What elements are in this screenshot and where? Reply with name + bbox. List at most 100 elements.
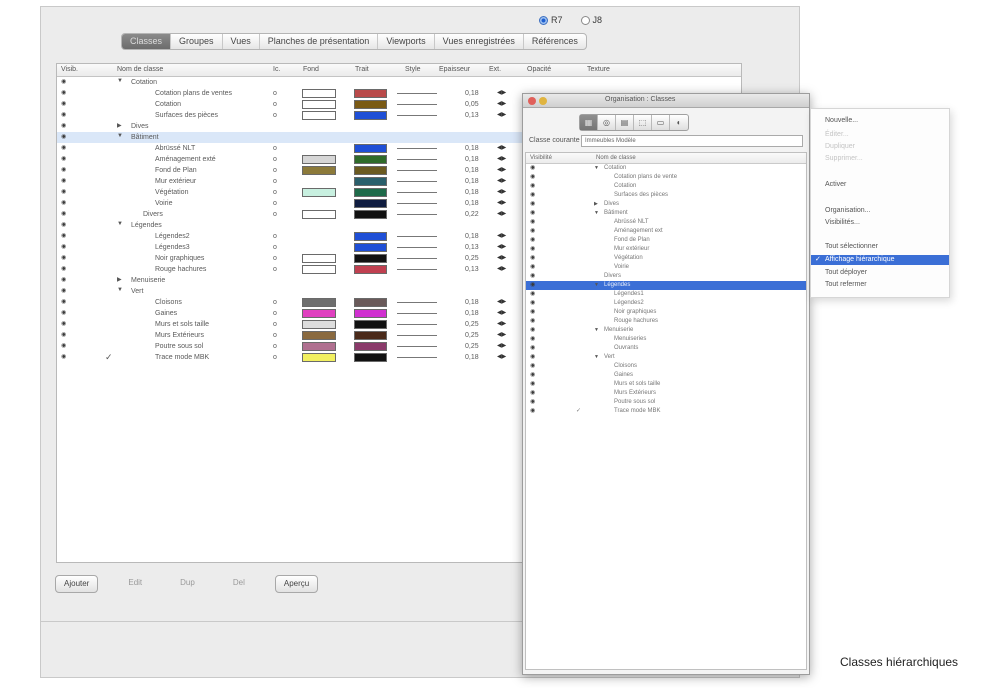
eye-icon[interactable]: ◉ (530, 282, 537, 288)
eye-icon[interactable]: ◉ (530, 399, 537, 405)
column-header[interactable]: Style (405, 66, 421, 73)
fill-swatch[interactable] (302, 331, 336, 340)
fill-swatch[interactable] (302, 342, 336, 351)
line-color-swatch[interactable] (354, 144, 387, 153)
fill-swatch[interactable] (302, 100, 336, 109)
line-color-swatch[interactable] (354, 188, 387, 197)
eye-icon[interactable]: ◉ (61, 178, 68, 184)
eye-icon[interactable]: ◉ (530, 381, 537, 387)
class-name-column-header[interactable]: Nom de classe (596, 155, 636, 161)
references-tab-icon[interactable]: ◐ (670, 115, 688, 130)
disclosure-open-icon[interactable]: ▼ (594, 164, 599, 173)
fill-swatch[interactable] (302, 188, 336, 197)
line-color-swatch[interactable] (354, 320, 387, 329)
line-color-swatch[interactable] (354, 177, 387, 186)
eye-icon[interactable]: ◉ (530, 363, 537, 369)
column-header[interactable]: Ic. (273, 66, 280, 73)
line-thickness[interactable]: 0,25 (465, 342, 479, 351)
menu-item[interactable]: Tout refermer (825, 281, 867, 288)
tab-4[interactable]: Planches de présentation (260, 34, 379, 49)
line-thickness[interactable]: 0,13 (465, 265, 479, 274)
org-list-row[interactable]: ◉ Menuiseries (526, 335, 806, 344)
disclosure-closed-icon[interactable]: ▶ (117, 276, 122, 283)
column-header[interactable]: Fond (303, 66, 319, 73)
eye-icon[interactable]: ◉ (61, 244, 68, 250)
minimize-icon[interactable] (539, 97, 547, 105)
line-style-preview[interactable] (397, 181, 437, 182)
line-thickness[interactable]: 0,25 (465, 320, 479, 329)
arrowheads-icon[interactable]: ◀▶ (497, 100, 506, 107)
eye-icon[interactable]: ◉ (61, 79, 68, 85)
line-style-preview[interactable] (397, 93, 437, 94)
edit-button[interactable]: Edit (120, 575, 150, 593)
line-color-swatch[interactable] (354, 89, 387, 98)
org-list-row[interactable]: ◉ Noir graphiques (526, 308, 806, 317)
eye-icon[interactable]: ◉ (61, 145, 68, 151)
line-color-swatch[interactable] (354, 232, 387, 241)
eye-icon[interactable]: ◉ (530, 318, 537, 324)
disclosure-open-icon[interactable]: ▼ (117, 78, 123, 84)
fill-swatch[interactable] (302, 210, 336, 219)
line-style-preview[interactable] (397, 247, 437, 248)
org-list-row[interactable]: ◉ Légendes2 (526, 299, 806, 308)
line-thickness[interactable]: 0,18 (465, 177, 479, 186)
eye-icon[interactable]: ◉ (530, 309, 537, 315)
org-list-row[interactable]: ◉ ▼ Bâtiment (526, 209, 806, 218)
classes-tab-icon[interactable]: ▦ (580, 115, 598, 130)
duplicate-button[interactable]: Dup (172, 575, 203, 593)
arrowheads-icon[interactable]: ◀▶ (497, 155, 506, 162)
eye-icon[interactable]: ◉ (61, 255, 68, 261)
preview-button[interactable]: Aperçu (274, 575, 319, 593)
org-list-row[interactable]: ◉ ▼ Vert (526, 353, 806, 362)
eye-icon[interactable]: ◉ (530, 255, 537, 261)
visibility-column-header[interactable]: Visibilité (530, 155, 552, 161)
eye-icon[interactable]: ◉ (530, 273, 537, 279)
line-style-preview[interactable] (397, 159, 437, 160)
eye-icon[interactable]: ◉ (530, 210, 537, 216)
org-list-row[interactable]: ◉ Surfaces des pièces (526, 191, 806, 200)
eye-icon[interactable]: ◉ (530, 237, 537, 243)
org-list-row[interactable]: ◉ Poutre sous sol (526, 398, 806, 407)
arrowheads-icon[interactable]: ◀▶ (497, 232, 506, 239)
eye-icon[interactable]: ◉ (61, 90, 68, 96)
disclosure-open-icon[interactable]: ▼ (117, 287, 123, 293)
disclosure-open-icon[interactable]: ▼ (117, 221, 123, 227)
eye-icon[interactable]: ◉ (530, 408, 537, 414)
close-icon[interactable] (528, 97, 536, 105)
line-color-swatch[interactable] (354, 353, 387, 362)
line-style-preview[interactable] (397, 302, 437, 303)
line-color-swatch[interactable] (354, 243, 387, 252)
eye-icon[interactable]: ◉ (61, 123, 68, 129)
eye-icon[interactable]: ◉ (61, 156, 68, 162)
line-thickness[interactable]: 0,18 (465, 353, 479, 362)
line-thickness[interactable]: 0,22 (465, 210, 479, 219)
line-style-preview[interactable] (397, 258, 437, 259)
org-list-row[interactable]: ◉ Mur extérieur (526, 245, 806, 254)
line-color-swatch[interactable] (354, 298, 387, 307)
eye-icon[interactable]: ◉ (61, 200, 68, 206)
fill-swatch[interactable] (302, 89, 336, 98)
line-thickness[interactable]: 0,25 (465, 254, 479, 263)
org-list-row[interactable]: ◉ Gaines (526, 371, 806, 380)
line-style-preview[interactable] (397, 346, 437, 347)
eye-icon[interactable]: ◉ (61, 343, 68, 349)
menu-item[interactable]: Organisation... (825, 207, 871, 214)
tab-7[interactable]: Références (524, 34, 586, 49)
eye-icon[interactable]: ◉ (530, 291, 537, 297)
eye-icon[interactable]: ◉ (61, 233, 68, 239)
disclosure-open-icon[interactable]: ▼ (117, 133, 123, 139)
eye-icon[interactable]: ◉ (61, 112, 68, 118)
arrowheads-icon[interactable]: ◀▶ (497, 243, 506, 250)
eye-icon[interactable]: ◉ (530, 300, 537, 306)
radio-button-icon[interactable] (580, 15, 590, 25)
line-style-preview[interactable] (397, 313, 437, 314)
org-list-row[interactable]: ◉ Divers (526, 272, 806, 281)
menu-item[interactable]: Activer (825, 181, 846, 188)
line-color-swatch[interactable] (354, 309, 387, 318)
fill-swatch[interactable] (302, 111, 336, 120)
line-thickness[interactable]: 0,18 (465, 144, 479, 153)
arrowheads-icon[interactable]: ◀▶ (497, 188, 506, 195)
tab-3[interactable]: Vues (223, 34, 260, 49)
line-color-swatch[interactable] (354, 342, 387, 351)
fill-swatch[interactable] (302, 155, 336, 164)
